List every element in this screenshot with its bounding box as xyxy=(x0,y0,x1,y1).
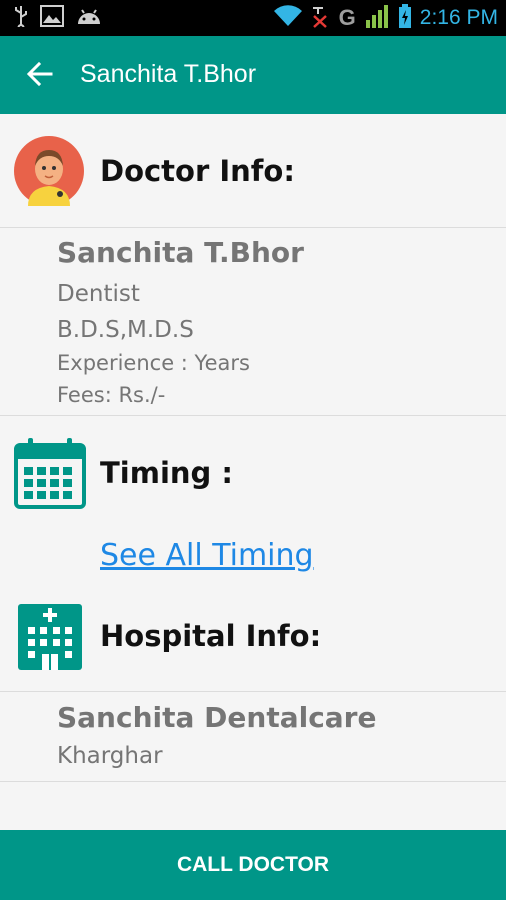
arrow-left-icon xyxy=(26,61,53,92)
hospital-area: Kharghar xyxy=(57,743,163,769)
doctor-experience: Experience : Years xyxy=(57,351,250,375)
divider xyxy=(0,227,506,228)
timing-heading: Timing : xyxy=(100,456,233,490)
status-time: 2:16 PM xyxy=(419,6,498,29)
battery-charging-icon xyxy=(398,3,412,33)
image-icon xyxy=(40,4,64,32)
doctor-fees: Fees: Rs./- xyxy=(57,383,166,407)
hospital-name: Sanchita Dentalcare xyxy=(57,701,377,734)
doctor-info-header: Doctor Info: xyxy=(0,136,506,206)
divider xyxy=(0,415,506,416)
hospital-info-heading: Hospital Info: xyxy=(100,619,322,653)
call-doctor-label: CALL DOCTOR xyxy=(176,853,330,876)
app-title: Sanchita T.Bhor xyxy=(80,60,257,88)
see-all-timing-link[interactable]: See All Timing xyxy=(100,538,314,573)
divider xyxy=(0,781,506,782)
back-button[interactable] xyxy=(22,58,58,94)
wifi-icon xyxy=(273,4,303,32)
doctor-specialty: Dentist xyxy=(57,281,140,307)
hospital-info-header: Hospital Info: xyxy=(0,600,506,672)
divider xyxy=(0,691,506,692)
status-bar: G 2:16 PM xyxy=(0,0,506,36)
doctor-qualification: B.D.S,M.D.S xyxy=(57,317,194,343)
network-type-label: G xyxy=(338,5,356,30)
usb-icon xyxy=(14,5,28,32)
cell-signal-icon xyxy=(364,4,390,33)
no-signal-icon xyxy=(311,4,331,33)
doctor-name: Sanchita T.Bhor xyxy=(57,236,304,269)
timing-header: Timing : xyxy=(0,437,506,509)
hospital-icon xyxy=(14,600,86,672)
android-icon xyxy=(76,6,102,31)
status-right-icons: G 2:16 PM xyxy=(273,3,498,33)
doctor-avatar-icon xyxy=(14,136,84,206)
status-left-icons xyxy=(14,4,102,32)
doctor-info-heading: Doctor Info: xyxy=(100,154,295,188)
calendar-icon xyxy=(14,437,86,509)
app-bar: Sanchita T.Bhor xyxy=(0,36,506,114)
call-doctor-button[interactable]: CALL DOCTOR xyxy=(0,830,506,900)
